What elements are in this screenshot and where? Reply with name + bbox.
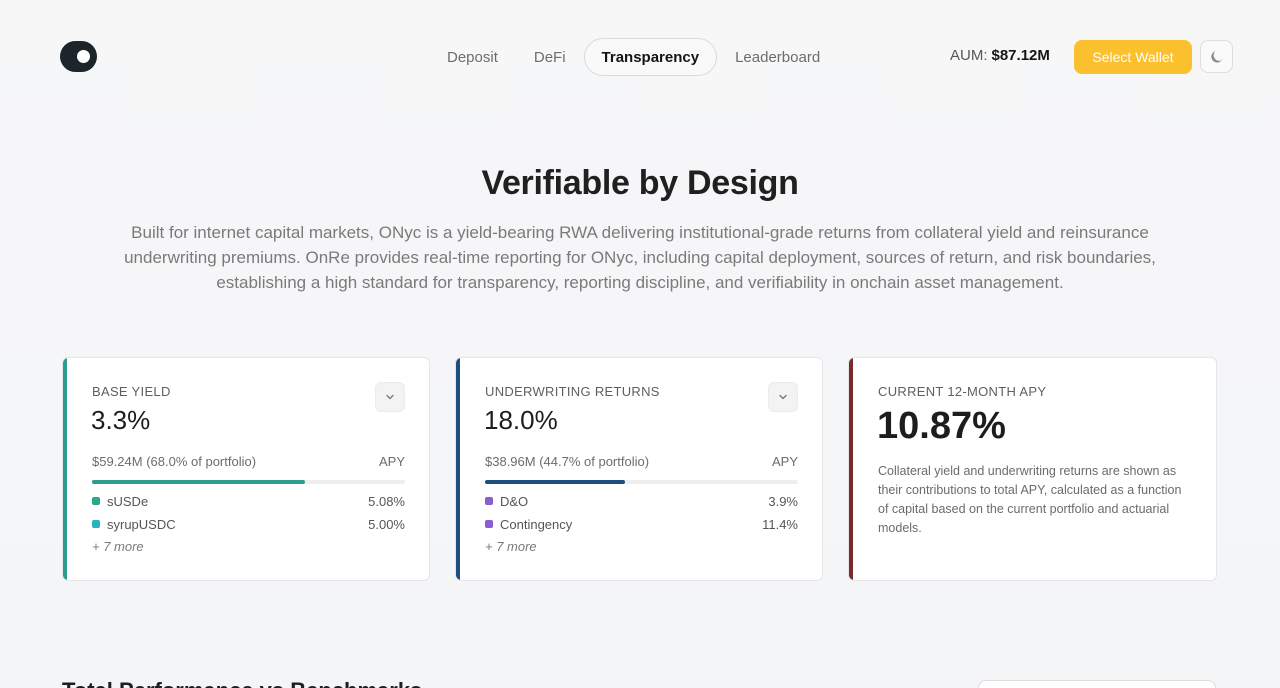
allocation-row: $38.96M (44.7% of portfolio) APY [485, 454, 798, 469]
underwriting-returns-card: UNDERWRITING RETURNS 18.0% $38.96M (44.7… [455, 357, 823, 581]
show-more-link[interactable]: + 7 more [485, 539, 537, 554]
legend-swatch [485, 520, 493, 528]
base-yield-card: BASE YIELD 3.3% $59.24M (68.0% of portfo… [62, 357, 430, 581]
item-name: D&O [500, 493, 529, 509]
transparency-page: Deposit DeFi Transparency Leaderboard AU… [0, 0, 1280, 688]
portfolio-bar [485, 480, 798, 484]
onre-logo[interactable] [60, 41, 97, 72]
legend-swatch [92, 497, 100, 505]
card-value: 3.3% [91, 405, 151, 435]
legend-swatch [485, 497, 493, 505]
theme-toggle-button[interactable] [1200, 40, 1233, 73]
item-name: Contingency [500, 516, 573, 532]
card-accent-bar [456, 358, 460, 580]
card-accent-bar [63, 358, 67, 580]
aum-value: $87.12M [991, 47, 1050, 64]
aum-label: AUM: [950, 47, 988, 64]
card-label: UNDERWRITING RETURNS [485, 384, 660, 399]
expand-button[interactable] [375, 382, 405, 412]
apy-unit: APY [771, 454, 798, 469]
allocation-row: $59.24M (68.0% of portfolio) APY [92, 454, 405, 469]
card-accent-bar [849, 358, 853, 580]
legend-swatch [92, 520, 100, 528]
allocation-amount: $38.96M (44.7% of portfolio) [485, 454, 650, 469]
select-wallet-button[interactable]: Select Wallet [1074, 40, 1192, 74]
nav-deposit[interactable]: Deposit [429, 38, 516, 76]
nav-defi[interactable]: DeFi [516, 38, 584, 76]
moon-icon [1210, 50, 1223, 62]
list-item: sUSDe 5.08% [92, 492, 405, 510]
card-value: 18.0% [484, 405, 558, 435]
nav-leaderboard[interactable]: Leaderboard [717, 38, 838, 76]
item-pct: 3.9% [768, 493, 798, 509]
apy-value: 10.87% [877, 405, 1006, 447]
item-pct: 5.00% [368, 516, 405, 532]
portfolio-bar-fill [92, 480, 305, 484]
list-item: syrupUSDC 5.00% [92, 515, 405, 533]
chevron-down-icon [779, 394, 787, 400]
card-label: BASE YIELD [92, 384, 171, 399]
item-pct: 5.08% [368, 493, 405, 509]
portfolio-bar [92, 480, 405, 484]
section-title: Total Performance vs Benchmarks [62, 678, 422, 688]
card-label: CURRENT 12-MONTH APY [878, 384, 1047, 399]
expand-button[interactable] [768, 382, 798, 412]
list-item: Contingency 11.4% [485, 515, 798, 533]
list-item: D&O 3.9% [485, 492, 798, 510]
allocation-amount: $59.24M (68.0% of portfolio) [92, 454, 257, 469]
show-more-link[interactable]: + 7 more [92, 539, 144, 554]
item-name: sUSDe [107, 493, 149, 509]
section-control[interactable] [978, 680, 1216, 688]
main-nav: Deposit DeFi Transparency Leaderboard [429, 38, 838, 76]
current-apy-card: CURRENT 12-MONTH APY 10.87% Collateral y… [848, 357, 1217, 581]
page-description: Built for internet capital markets, ONyc… [124, 223, 1156, 292]
nav-transparency[interactable]: Transparency [583, 38, 718, 76]
chevron-down-icon [386, 394, 394, 400]
apy-explanation: Collateral yield and underwriting return… [878, 464, 1182, 535]
page-title: Verifiable by Design [481, 164, 799, 202]
portfolio-bar-fill [485, 480, 625, 484]
item-name: syrupUSDC [107, 516, 176, 532]
item-pct: 11.4% [762, 516, 798, 532]
aum-readout: AUM: $87.12M [950, 47, 1050, 64]
apy-unit: APY [378, 454, 405, 469]
